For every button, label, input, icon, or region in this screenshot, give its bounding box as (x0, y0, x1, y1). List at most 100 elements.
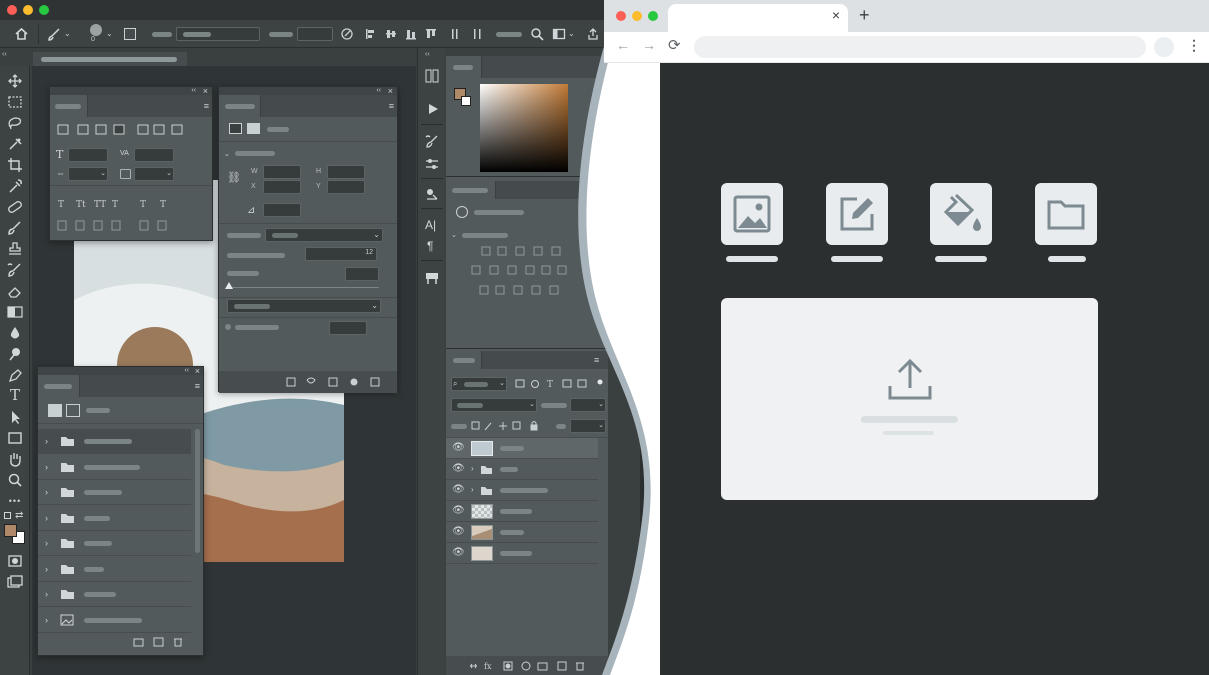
quick-mask-icon[interactable] (4, 552, 26, 570)
font-size-field[interactable] (68, 148, 108, 162)
library-icon[interactable] (48, 404, 62, 417)
library-list-item[interactable]: › (38, 506, 191, 531)
blur-icon[interactable] (4, 324, 26, 342)
shape-icon[interactable] (4, 429, 26, 447)
tab-adjustments[interactable] (446, 181, 496, 199)
chevron-down-icon[interactable]: ⌄ (224, 148, 230, 162)
tracking-field[interactable]: ⌄ (68, 167, 108, 181)
density-field[interactable]: 12 (305, 247, 377, 261)
history-brush-icon[interactable] (4, 261, 26, 279)
paragraph-icon[interactable]: ¶ (427, 239, 433, 253)
feather-field[interactable] (345, 267, 379, 281)
zoom-icon[interactable] (4, 471, 26, 489)
minimize-window-button[interactable] (632, 11, 642, 21)
move-icon[interactable] (4, 72, 26, 90)
crop-icon[interactable] (4, 156, 26, 174)
profile-avatar[interactable] (1154, 37, 1174, 57)
library-list-item[interactable]: › (38, 608, 191, 633)
chevron-down-icon[interactable]: ⌄ (451, 229, 457, 243)
refine-dropdown[interactable]: ⌄ (227, 299, 381, 313)
eraser-icon[interactable] (4, 282, 26, 300)
eye-icon[interactable]: 👁 (452, 505, 465, 516)
asset-icon[interactable] (66, 404, 80, 417)
color-picker-field[interactable] (480, 84, 568, 172)
quick-select-icon[interactable] (4, 135, 26, 153)
eye-icon[interactable]: 👁 (452, 526, 465, 537)
blend-mode-dropdown[interactable]: ⌄ (451, 398, 537, 412)
lasso-icon[interactable] (4, 114, 26, 132)
x-field[interactable] (263, 180, 301, 194)
kerning-field[interactable]: ⌄ (134, 167, 174, 181)
chevron-down-icon[interactable]: ⌄ (106, 27, 113, 41)
align-icons[interactable] (364, 27, 454, 41)
eye-icon[interactable]: 👁 (452, 442, 465, 453)
library-list-item[interactable]: › (38, 531, 191, 556)
style-buttons[interactable] (56, 123, 206, 137)
chevron-right-icon[interactable]: › (45, 536, 48, 550)
zoom-window-button[interactable] (39, 5, 49, 15)
opacity-field[interactable] (297, 27, 333, 41)
eye-icon[interactable]: 👁 (452, 463, 465, 474)
eyedropper-icon[interactable] (4, 177, 26, 195)
link-icon[interactable]: ⛓ (227, 171, 241, 185)
zoom-window-button[interactable] (648, 11, 658, 21)
browser-tab[interactable]: × (668, 4, 848, 32)
history-icon[interactable] (424, 68, 440, 84)
feather-slider[interactable] (229, 287, 379, 288)
height-field[interactable] (327, 165, 365, 179)
brush-settings-icon[interactable] (124, 28, 136, 40)
tab-character[interactable] (50, 95, 88, 117)
back-icon[interactable]: ← (616, 37, 630, 53)
swap-colors-icon[interactable]: ⇄ (15, 509, 23, 523)
close-window-button[interactable] (616, 11, 626, 21)
tab-properties[interactable] (219, 95, 261, 117)
address-bar[interactable] (694, 36, 1146, 58)
eye-icon[interactable]: 👁 (452, 547, 465, 558)
screen-mode-icon[interactable] (4, 573, 26, 591)
y-field[interactable] (327, 180, 365, 194)
home-icon[interactable] (14, 27, 29, 41)
chevron-right-icon[interactable]: › (45, 511, 48, 525)
distribute-icons[interactable] (450, 27, 490, 41)
chevron-right-icon[interactable]: › (45, 562, 48, 576)
properties-footer-icons[interactable] (285, 375, 395, 389)
panel-menu-icon[interactable]: ≡ (195, 379, 200, 393)
close-window-button[interactable] (7, 5, 17, 15)
brush-icon[interactable] (4, 219, 26, 237)
forward-icon[interactable]: → (642, 37, 656, 53)
chevron-right-icon[interactable]: › (45, 613, 48, 627)
foreground-color-swatch[interactable] (4, 524, 17, 537)
lock-icons[interactable] (470, 419, 550, 433)
pen-icon[interactable] (4, 366, 26, 384)
pixel-layer-icon[interactable] (229, 123, 242, 134)
path-select-icon[interactable] (4, 408, 26, 426)
document-tab[interactable] (33, 52, 187, 66)
mask-icon[interactable] (247, 123, 260, 134)
library-list-item[interactable]: › (38, 557, 191, 582)
library-list-item[interactable]: › (38, 582, 191, 607)
minimize-window-button[interactable] (23, 5, 33, 15)
mode-dropdown[interactable] (176, 27, 260, 41)
menu-icon[interactable]: ⋮ (1187, 37, 1201, 54)
panel-menu-icon[interactable]: ≡ (389, 99, 394, 113)
invert-field[interactable] (329, 321, 367, 335)
brush-settings-icon[interactable] (424, 134, 440, 150)
layer-filter-dropdown[interactable]: ⌕ ⌄ (451, 377, 507, 391)
marquee-icon[interactable] (4, 93, 26, 111)
color-background-swatch[interactable] (461, 96, 471, 106)
brush-preset-icon[interactable] (90, 24, 102, 36)
width-field[interactable] (263, 165, 301, 179)
chevron-right-icon[interactable]: › (45, 485, 48, 499)
angle-field[interactable] (263, 203, 301, 217)
scrollbar[interactable] (195, 429, 200, 553)
chevron-right-icon[interactable]: › (45, 460, 48, 474)
mask-dropdown[interactable]: ⌄ (265, 228, 383, 242)
adjustment-icon[interactable] (456, 206, 468, 218)
default-colors-icon[interactable] (4, 512, 11, 519)
character-dock-icon[interactable]: A| (425, 218, 436, 232)
healing-icon[interactable] (4, 198, 26, 216)
chevron-right-icon[interactable]: › (45, 587, 48, 601)
adjustments-icon[interactable] (424, 156, 440, 172)
library-list-item[interactable]: › (38, 480, 191, 505)
library-list-item[interactable]: › (38, 429, 191, 454)
